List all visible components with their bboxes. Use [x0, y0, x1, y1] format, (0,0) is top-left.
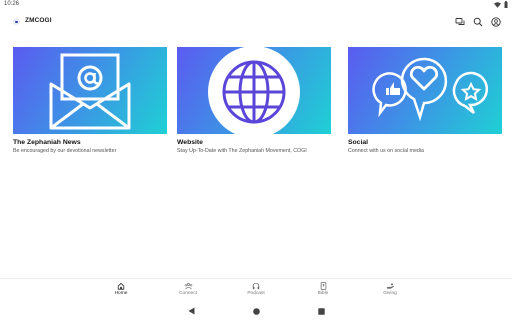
back-triangle-icon	[188, 307, 194, 315]
envelope-at-icon	[49, 53, 131, 129]
system-recents-button[interactable]	[316, 306, 326, 316]
system-nav-bar	[0, 301, 512, 320]
card-title: Social	[348, 139, 369, 146]
nav-label: Connect	[179, 291, 197, 296]
card-title: Website	[177, 139, 203, 146]
nav-label: Home	[114, 291, 128, 296]
nav-item-bible[interactable]: Bible	[301, 282, 345, 296]
bottom-nav: Home Connect Podcast Bible Giving	[0, 278, 512, 300]
messages-button[interactable]	[454, 16, 466, 28]
card-social[interactable]: Social Connect with us on social media	[348, 47, 502, 154]
social-bubbles-icon	[372, 57, 489, 121]
card-title: The Zephaniah News	[13, 139, 81, 146]
giving-icon	[386, 283, 394, 289]
system-back-button[interactable]	[186, 306, 196, 316]
account-icon	[491, 17, 501, 27]
battery-icon	[504, 1, 508, 8]
connect-icon	[184, 282, 192, 290]
nav-label: Giving	[383, 291, 397, 296]
account-button[interactable]	[490, 16, 502, 28]
nav-item-connect[interactable]: Connect	[166, 282, 210, 296]
search-button[interactable]	[472, 16, 484, 28]
app-actions	[454, 16, 502, 28]
nav-label: Podcast	[247, 291, 265, 296]
nav-label: Bible	[317, 291, 329, 296]
card-zephaniah-news[interactable]: The Zephaniah News Be encouraged by our …	[13, 47, 167, 154]
card-image	[177, 47, 331, 134]
headphones-icon	[252, 282, 260, 290]
wifi-icon	[494, 1, 501, 8]
bible-icon	[320, 282, 326, 290]
status-bar: 10:26	[0, 0, 512, 10]
card-subtitle: Connect with us on social media	[348, 148, 424, 154]
card-subtitle: Be encouraged by our devotional newslett…	[13, 148, 117, 154]
status-time: 10:26	[4, 1, 20, 7]
app-title: ZMCOGI	[25, 17, 52, 24]
nav-item-giving[interactable]: Giving	[368, 282, 412, 296]
system-home-button[interactable]	[251, 306, 261, 316]
messages-icon	[455, 18, 465, 25]
card-image	[348, 47, 502, 134]
app-logo	[13, 18, 20, 25]
card-image	[13, 47, 167, 134]
app-bar: ZMCOGI	[0, 12, 512, 32]
card-subtitle: Stay Up-To-Date with The Zephaniah Movem…	[177, 148, 307, 154]
nav-item-home[interactable]: Home	[99, 282, 143, 296]
status-icons	[494, 1, 508, 8]
nav-item-podcast[interactable]: Podcast	[234, 282, 278, 296]
recents-square-icon	[317, 307, 325, 315]
home-circle-icon	[252, 307, 260, 315]
home-icon	[117, 282, 125, 290]
card-website[interactable]: Website Stay Up-To-Date with The Zephani…	[177, 47, 331, 154]
globe-icon	[208, 47, 300, 134]
search-icon	[473, 17, 483, 27]
